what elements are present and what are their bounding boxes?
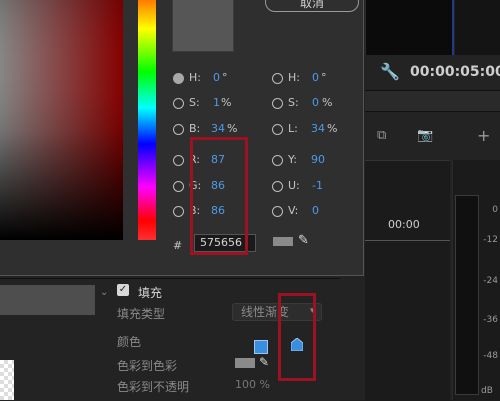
field-label-u: U: [288, 179, 300, 192]
field-unit: % [327, 122, 338, 135]
field-unit: ° [321, 71, 327, 84]
field-value-hsl-s[interactable]: 0 [312, 96, 319, 109]
field-unit: ° [222, 71, 228, 84]
program-monitor-view [365, 0, 454, 55]
hex-prefix: # [173, 239, 183, 252]
eyedropper-icon[interactable]: ✎ [298, 233, 309, 248]
current-color-swatch [172, 0, 234, 52]
field-label-hsl-h: H: [288, 71, 300, 84]
radio-blue[interactable] [173, 206, 184, 217]
opacity-value[interactable]: 100 % [235, 378, 270, 391]
radio-brightness[interactable] [173, 124, 184, 135]
timeline-ruler[interactable] [365, 236, 450, 241]
field-label-hsl-s: S: [288, 96, 299, 109]
radio-u[interactable] [272, 181, 283, 192]
radio-green[interactable] [173, 181, 184, 192]
fill-section-title: 填充 [138, 286, 163, 300]
wrench-icon[interactable]: 🔧 [380, 62, 400, 81]
field-unit: % [227, 122, 238, 135]
color-to-opacity-label: 色彩到不透明 [117, 380, 190, 394]
color-preview-swatch [273, 237, 293, 246]
clip-thumbnail [0, 285, 95, 315]
radio-lightness[interactable] [272, 124, 283, 135]
field-label-b: B: [189, 122, 201, 135]
fill-type-label: 填充类型 [117, 307, 166, 321]
highlight-box-rgb [190, 137, 248, 255]
color-label: 颜色 [117, 335, 142, 349]
field-label-s: S: [189, 96, 200, 109]
highlight-box-gradient-stop [278, 293, 316, 381]
saturation-field-shade [0, 0, 123, 240]
meter-label: -48 [483, 351, 498, 361]
monitor-edge-marker [452, 0, 454, 55]
gradient-stop-icon[interactable] [254, 340, 268, 354]
program-timecode: 00:00:05:00 [410, 64, 500, 80]
audio-meter [455, 195, 479, 395]
meter-label: -24 [483, 276, 498, 286]
field-label-v: V: [288, 204, 299, 217]
radio-hue[interactable] [173, 73, 184, 84]
monitor-toolbar: ⧉ 📷 + [365, 120, 500, 154]
transparency-preview [0, 360, 14, 400]
monitor-side-panel [455, 0, 500, 55]
meter-label: -12 [483, 235, 498, 245]
field-value-b[interactable]: 34 [211, 122, 225, 135]
chevron-down-icon[interactable]: ⌄ [100, 287, 108, 298]
timeline-panel[interactable] [365, 160, 450, 401]
eyedropper-icon[interactable]: ✎ [259, 355, 269, 369]
field-value-u[interactable]: -1 [312, 179, 323, 192]
field-value-l[interactable]: 34 [311, 122, 325, 135]
clip-icon[interactable]: ⧉ [377, 128, 386, 143]
fill-enable-checkbox[interactable]: ✓ [117, 284, 129, 296]
field-value-hsl-h[interactable]: 0 [312, 71, 319, 84]
field-value-h[interactable]: 0 [213, 71, 220, 84]
color-picker-dialog: 取消 H: 0 ° S: 1 % B: 34 % R: 87 G: 86 B: … [0, 0, 364, 276]
field-unit: % [221, 96, 232, 109]
radio-red[interactable] [173, 155, 184, 166]
plus-icon[interactable]: + [477, 126, 490, 145]
radio-hsl-hue[interactable] [272, 73, 283, 84]
color-to-color-label: 色彩到色彩 [117, 359, 178, 373]
timeline-time-label: 00:00 [388, 218, 420, 231]
field-label-h: H: [189, 71, 201, 84]
radio-y[interactable] [272, 155, 283, 166]
monitor-transport-strip[interactable] [365, 90, 500, 112]
field-value-s[interactable]: 1 [213, 96, 220, 109]
radio-hsl-saturation[interactable] [272, 98, 283, 109]
camera-icon[interactable]: 📷 [417, 128, 433, 143]
field-label-l: L: [288, 122, 298, 135]
radio-v[interactable] [272, 206, 283, 217]
meter-label: 0 [492, 205, 498, 215]
field-unit: % [322, 96, 333, 109]
radio-saturation[interactable] [173, 98, 184, 109]
color-swatch[interactable] [235, 358, 255, 368]
field-label-y: Y: [288, 153, 297, 166]
field-value-y[interactable]: 90 [311, 153, 325, 166]
meter-label: -36 [483, 315, 498, 325]
field-value-v[interactable]: 0 [312, 204, 319, 217]
meter-unit: dB [481, 386, 493, 396]
cancel-button[interactable]: 取消 [265, 0, 359, 12]
hue-slider[interactable] [138, 0, 156, 240]
